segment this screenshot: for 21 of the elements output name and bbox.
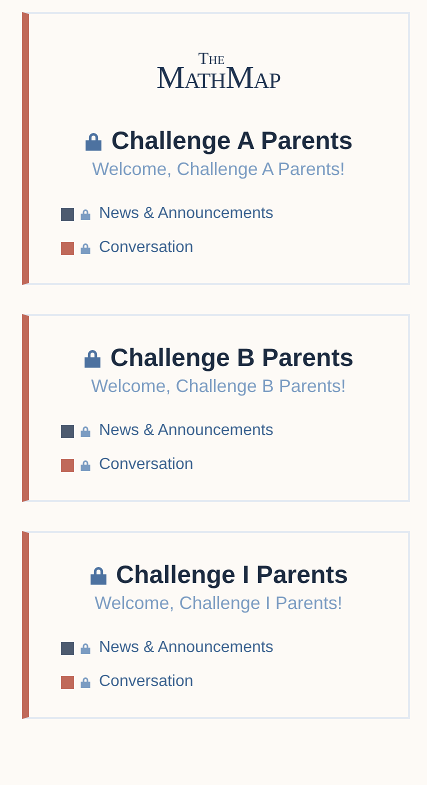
welcome-text: Welcome, Challenge B Parents! xyxy=(90,376,347,397)
group-title: Challenge I Parents xyxy=(116,561,348,590)
channel-link[interactable]: News & Announcements xyxy=(99,205,274,223)
lock-icon xyxy=(80,242,91,254)
lock-icon xyxy=(80,642,91,654)
lock-icon xyxy=(80,458,91,472)
channel-link[interactable]: Conversation xyxy=(99,673,194,691)
channel-link[interactable]: News & Announcements xyxy=(99,422,274,440)
channel-link[interactable]: Conversation xyxy=(99,456,194,474)
lock-icon xyxy=(88,565,108,586)
lock-icon xyxy=(80,208,91,220)
lock-icon xyxy=(80,424,91,438)
lock-icon xyxy=(83,348,102,369)
welcome-text: Welcome, Challenge I Parents! xyxy=(94,593,344,614)
channel-link[interactable]: Conversation xyxy=(99,239,194,257)
group-title: Challenge B Parents xyxy=(110,344,354,373)
group-title: Challenge A Parents xyxy=(111,127,353,156)
lock-icon xyxy=(80,676,91,688)
welcome-text: Welcome, Challenge A Parents! xyxy=(91,159,346,180)
channel-link[interactable]: News & Announcements xyxy=(99,639,274,657)
lock-icon xyxy=(84,131,104,152)
